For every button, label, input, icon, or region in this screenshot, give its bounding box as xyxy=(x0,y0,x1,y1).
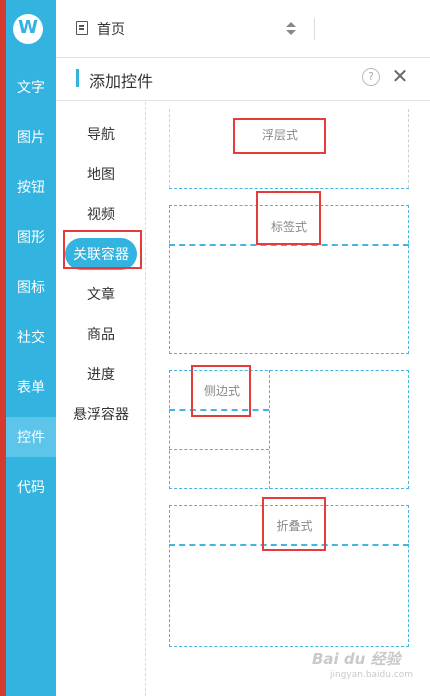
nav-item-button[interactable]: 按钮 xyxy=(6,167,56,207)
nav-item-social[interactable]: 社交 xyxy=(6,317,56,357)
preview-frame xyxy=(169,449,269,450)
category-label: 视频 xyxy=(87,207,115,223)
top-bar: 首页 xyxy=(56,0,430,58)
nav-item-code[interactable]: 代码 xyxy=(6,467,56,507)
category-label: 商品 xyxy=(87,327,115,343)
category-map[interactable]: 地图 xyxy=(56,158,146,190)
category-progress[interactable]: 进度 xyxy=(56,358,146,390)
panel-title: 添加控件 xyxy=(89,72,154,91)
help-icon[interactable]: ? xyxy=(362,68,380,86)
logo-icon: W xyxy=(18,17,38,38)
nav-item-text[interactable]: 文字 xyxy=(6,67,56,107)
nav-item-label: 代码 xyxy=(17,480,45,496)
nav-item-label: 图标 xyxy=(17,280,45,296)
category-label: 导航 xyxy=(87,127,115,143)
close-icon[interactable]: ✕ xyxy=(389,65,411,87)
page-selector[interactable]: 首页 xyxy=(97,19,125,39)
category-product[interactable]: 商品 xyxy=(56,318,146,350)
watermark-logo: Bai du 经验 xyxy=(312,650,401,668)
nav-item-label: 社交 xyxy=(17,330,45,346)
category-label: 进度 xyxy=(87,367,115,383)
nav-item-label: 图片 xyxy=(17,130,45,146)
category-video[interactable]: 视频 xyxy=(56,198,146,230)
nav-item-icon[interactable]: 图标 xyxy=(6,267,56,307)
category-highlight xyxy=(63,230,142,269)
category-label: 悬浮容器 xyxy=(73,407,129,423)
nav-item-label: 控件 xyxy=(17,430,45,446)
nav-item-shape[interactable]: 图形 xyxy=(6,217,56,257)
watermark-url: jingyan.baidu.com xyxy=(330,670,414,680)
widget-highlight xyxy=(256,191,321,245)
preview-frame xyxy=(169,188,409,189)
category-article[interactable]: 文章 xyxy=(56,278,146,310)
panel-header: 添加控件 ? ✕ xyxy=(56,59,430,101)
page-switch-icon[interactable] xyxy=(284,20,298,38)
nav-item-image[interactable]: 图片 xyxy=(6,117,56,157)
category-navigation[interactable]: 导航 xyxy=(56,118,146,150)
nav-item-form[interactable]: 表单 xyxy=(6,367,56,407)
category-list: 导航 地图 视频 关联容器 文章 商品 进度 悬浮容器 xyxy=(56,102,146,696)
nav-item-controls[interactable]: 控件 xyxy=(6,417,56,457)
widget-highlight xyxy=(233,118,326,154)
preview-frame xyxy=(408,109,409,188)
nav-item-label: 表单 xyxy=(17,380,45,396)
widget-highlight xyxy=(262,497,326,551)
app-logo[interactable]: W xyxy=(13,14,43,44)
preview-frame xyxy=(169,109,170,188)
preview-frame xyxy=(269,370,270,489)
category-floating-container[interactable]: 悬浮容器 xyxy=(56,398,146,430)
nav-item-label: 文字 xyxy=(17,80,45,96)
nav-item-label: 按钮 xyxy=(17,180,45,196)
page-icon xyxy=(76,21,88,35)
divider xyxy=(314,18,315,40)
category-label: 地图 xyxy=(87,167,115,183)
nav-item-label: 图形 xyxy=(17,230,45,246)
category-label: 文章 xyxy=(87,287,115,303)
accent-bar xyxy=(76,69,79,87)
app-sidebar: W 文字 图片 按钮 图形 图标 社交 表单 控件 代码 xyxy=(0,0,56,696)
widget-highlight xyxy=(191,365,251,417)
